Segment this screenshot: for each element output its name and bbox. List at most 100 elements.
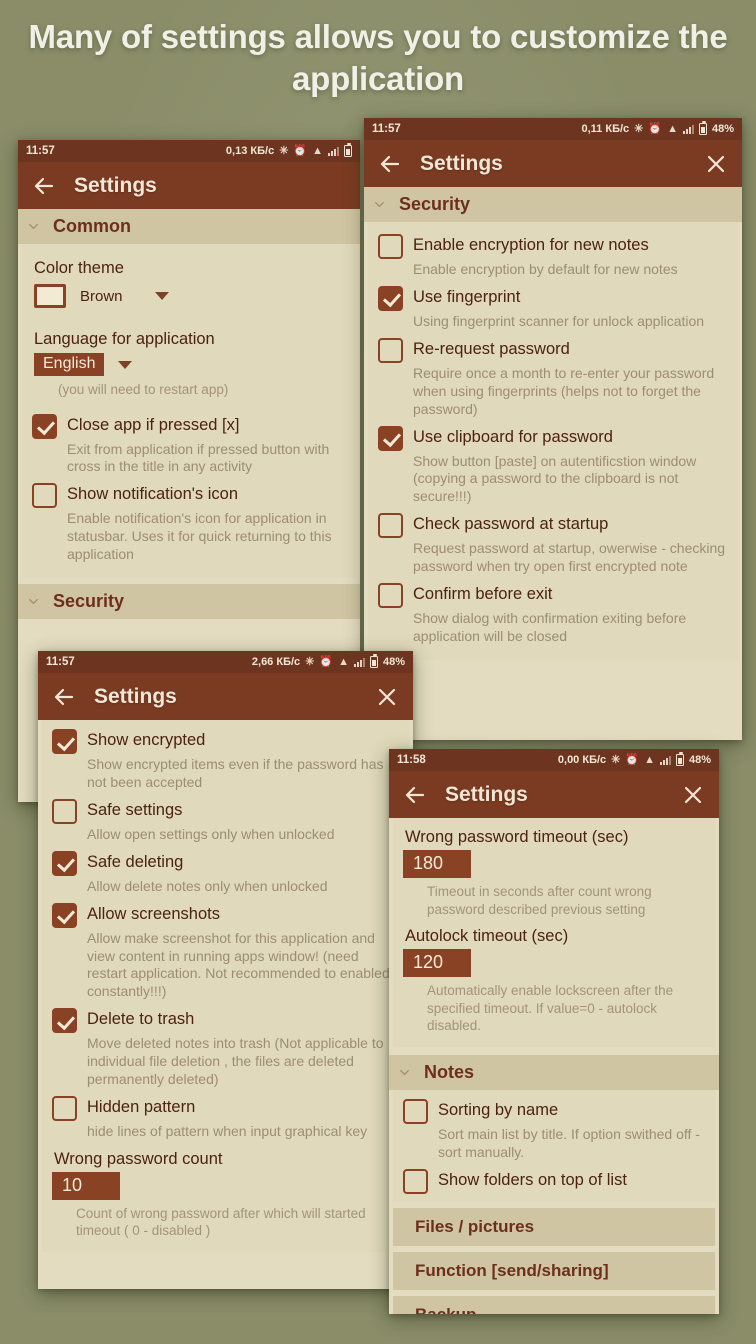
setting-title: Show encrypted [87,731,206,749]
wrong-password-count-hint: Count of wrong password after which will… [76,1205,366,1239]
chevron-down-icon [372,197,387,212]
group-body-security: Enable encryption for new notes Enable e… [368,222,738,660]
checkbox-hidden-pattern[interactable] [52,1095,77,1121]
setting-title: Use fingerprint [413,287,521,306]
checkbox-allow-screenshots[interactable] [52,902,77,928]
app-bar: Settings [38,673,413,720]
group-header-backup[interactable]: Backup [393,1295,715,1314]
back-icon[interactable] [52,685,76,709]
back-icon[interactable] [378,152,402,176]
close-icon[interactable] [681,783,705,807]
bluetooth-icon: ✳ [305,655,315,668]
app-bar: Settings [364,140,742,187]
checkbox-re-request-password[interactable] [378,337,403,363]
back-icon[interactable] [403,783,427,807]
checkbox-use-clipboard[interactable] [378,425,403,451]
group-header-files-pictures[interactable]: Files / pictures [393,1207,715,1247]
status-traffic: 0,00 КБ/c [557,754,607,766]
status-battery-percent: 48% [382,656,405,668]
status-bar: 11:57 0,13 КБ/c ✳ ⏰ ▲ [18,140,360,162]
setting-row-safe-settings[interactable]: Safe settings [52,798,399,824]
setting-sub: Enable notification's icon for applicati… [67,510,332,563]
signal-icon [328,146,339,156]
setting-row-safe-deleting[interactable]: Safe deleting [52,850,399,876]
setting-sub: Enable encryption by default for new not… [413,261,678,277]
checkbox-enable-encryption[interactable] [378,234,403,259]
setting-row-check-password-startup[interactable]: Check password at startup [378,512,728,539]
setting-title: Show folders on top of list [438,1170,627,1189]
language-value: English [34,353,105,376]
bluetooth-icon: ✳ [279,144,289,157]
checkbox-check-password-startup[interactable] [378,513,403,539]
group-label: Function [send/sharing] [415,1260,609,1280]
group-header-notes[interactable]: Notes [389,1054,719,1090]
checkbox-confirm-before-exit[interactable] [378,583,403,609]
setting-row-notification-icon[interactable]: Show notification's icon [32,482,346,509]
setting-row-confirm-before-exit[interactable]: Confirm before exit [378,582,728,609]
checkbox-notification-icon[interactable] [32,483,57,509]
setting-row-show-folders-top[interactable]: Show folders on top of list [403,1168,705,1194]
setting-row-use-clipboard[interactable]: Use clipboard for password [378,425,728,451]
group-header-common[interactable]: Common [18,209,360,244]
setting-sub: Move deleted notes into trash (Not appli… [87,1035,384,1088]
setting-row-re-request-password[interactable]: Re-request password [378,337,728,363]
color-theme-value: Brown [80,287,123,305]
wrong-password-timeout-field[interactable]: 180 [403,850,705,878]
app-bar: Settings [389,771,719,818]
setting-sub: Using fingerprint scanner for unlock app… [413,312,705,329]
wrong-password-count-field[interactable]: 10 [52,1171,399,1200]
status-bar: 11:58 0,00 КБ/c ✳ ⏰ ▲ 48% [389,749,719,771]
status-battery-percent: 48% [688,754,711,766]
status-bar: 11:57 0,11 КБ/c ✳ ⏰ ▲ 48% [364,118,742,140]
setting-row-delete-to-trash[interactable]: Delete to trash [52,1007,399,1034]
checkbox-sorting-by-name[interactable] [403,1098,428,1124]
back-icon[interactable] [32,174,56,198]
checkbox-safe-settings[interactable] [52,798,77,824]
setting-row-allow-screenshots[interactable]: Allow screenshots [52,902,399,928]
settings-list: Security Enable encryption for new notes… [364,187,742,660]
group-header-security[interactable]: Security [364,187,742,222]
setting-row-close-app[interactable]: Close app if pressed [x] [32,413,346,439]
app-bar-title: Settings [445,782,528,806]
setting-title: Use clipboard for password [413,427,613,446]
autolock-timeout-hint: Automatically enable lockscreen after th… [427,983,674,1034]
setting-row-hidden-pattern[interactable]: Hidden pattern [52,1095,399,1121]
setting-row-enable-encryption[interactable]: Enable encryption for new notes [378,233,728,259]
checkbox-use-fingerprint[interactable] [378,285,403,311]
group-header-function-send-sharing[interactable]: Function [send/sharing] [393,1251,715,1291]
autolock-timeout-value: 120 [403,949,471,978]
setting-title: Show notification's icon [67,485,238,504]
language-hint: (you will need to restart app) [58,382,229,397]
checkbox-delete-to-trash[interactable] [52,1008,77,1034]
setting-row-show-encrypted[interactable]: Show encrypted [52,728,399,754]
group-header-security[interactable]: Security [18,584,360,620]
autolock-timeout-label: Autolock timeout (sec) [405,927,569,946]
autolock-timeout-field[interactable]: 120 [403,949,705,978]
close-icon[interactable] [375,685,399,709]
setting-row-sorting-by-name[interactable]: Sorting by name [403,1098,705,1124]
color-theme-select[interactable]: Brown [34,284,346,308]
setting-sub: Require once a month to re-enter your pa… [413,364,715,417]
alarm-icon: ⏰ [625,753,640,766]
group-body-common: Color theme Brown Language for applicati… [22,244,356,579]
setting-row-use-fingerprint[interactable]: Use fingerprint [378,285,728,311]
group-label: Common [53,216,131,236]
status-traffic: 2,66 КБ/c [251,656,301,668]
battery-icon [698,121,707,135]
language-select[interactable]: English [34,353,346,376]
setting-title: Safe deleting [87,852,184,871]
checkbox-safe-deleting[interactable] [52,850,77,876]
checkbox-close-app[interactable] [32,413,57,439]
group-label: Security [53,591,125,612]
chevron-down-icon [26,219,41,234]
signal-icon [659,755,671,765]
close-icon[interactable] [704,152,728,176]
status-time: 11:57 [26,145,55,157]
wifi-icon: ▲ [312,144,323,157]
battery-icon [344,143,352,157]
group-body-timeouts: Wrong password timeout (sec) 180 Timeout… [393,818,715,1047]
checkbox-show-encrypted[interactable] [52,729,77,754]
checkbox-show-folders-top[interactable] [403,1168,428,1194]
setting-sub: Allow delete notes only when unlocked [87,877,328,894]
color-theme-label: Color theme [34,259,124,277]
